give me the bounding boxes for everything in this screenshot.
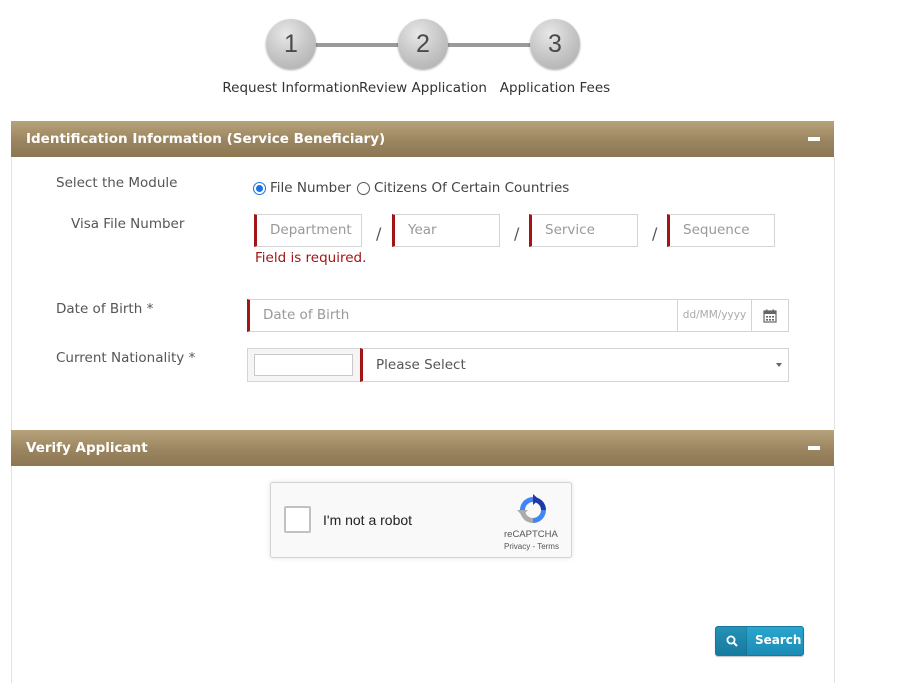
step-2-label: Review Application: [359, 80, 487, 96]
field-required-error: Field is required.: [255, 250, 367, 266]
step-3-label: Application Fees: [499, 80, 611, 96]
collapse-icon[interactable]: [808, 446, 820, 450]
verify-panel-header[interactable]: Verify Applicant: [11, 430, 834, 466]
nationality-code-wrapper: [247, 348, 361, 382]
sequence-input[interactable]: Sequence: [667, 214, 775, 247]
step-2-circle: 2: [398, 19, 448, 69]
visa-file-number-label: Visa File Number: [71, 216, 185, 232]
search-button[interactable]: Search: [715, 626, 804, 656]
recaptcha-privacy-terms-links[interactable]: Privacy - Terms: [504, 542, 559, 551]
progress-stepper: 1 2 3 Request Information Review Applica…: [0, 0, 921, 110]
calendar-button[interactable]: [751, 299, 789, 332]
panel-title: Verify Applicant: [26, 440, 148, 456]
nationality-label: Current Nationality *: [56, 350, 196, 366]
recaptcha-logo-icon: [517, 494, 546, 523]
module-label: Select the Module: [56, 175, 178, 191]
step-number: 3: [548, 29, 562, 58]
calendar-icon: [763, 309, 777, 323]
chevron-down-icon[interactable]: [776, 363, 782, 367]
service-input[interactable]: Service: [529, 214, 638, 247]
recaptcha-checkbox[interactable]: [284, 506, 311, 533]
citizens-countries-radio[interactable]: [357, 182, 370, 195]
nationality-code-input[interactable]: [254, 354, 353, 376]
step-1-label: Request Information: [222, 80, 360, 96]
citizens-countries-radio-label[interactable]: Citizens Of Certain Countries: [374, 180, 569, 196]
field-separator: /: [652, 224, 658, 243]
panel-title: Identification Information (Service Bene…: [26, 131, 386, 147]
identification-panel-body: Select the Module File Number Citizens O…: [11, 157, 835, 430]
step-number: 2: [416, 29, 430, 58]
step-1-circle: 1: [266, 19, 316, 69]
collapse-icon[interactable]: [808, 137, 820, 141]
department-input[interactable]: Department: [254, 214, 362, 247]
year-input[interactable]: Year: [392, 214, 500, 247]
file-number-radio[interactable]: [253, 182, 266, 195]
recaptcha-label: I'm not a robot: [323, 512, 413, 528]
search-icon: [726, 635, 738, 647]
step-connector: [312, 43, 402, 47]
dob-format-hint: dd/MM/yyyy: [677, 299, 752, 332]
step-number: 1: [284, 29, 298, 58]
field-separator: /: [514, 224, 520, 243]
search-button-label: Search: [755, 633, 802, 647]
search-icon-wrapper: [716, 627, 747, 655]
nationality-select[interactable]: Please Select: [360, 348, 789, 382]
field-separator: /: [376, 224, 382, 243]
identification-panel-header[interactable]: Identification Information (Service Bene…: [11, 121, 834, 157]
recaptcha-widget: I'm not a robot reCAPTCHA Privacy - Term…: [270, 482, 572, 558]
dob-input[interactable]: Date of Birth: [247, 299, 678, 332]
file-number-radio-label[interactable]: File Number: [270, 180, 351, 196]
recaptcha-brand: reCAPTCHA: [504, 529, 558, 540]
step-3-circle: 3: [530, 19, 580, 69]
dob-label: Date of Birth *: [56, 301, 154, 317]
step-connector: [444, 43, 534, 47]
